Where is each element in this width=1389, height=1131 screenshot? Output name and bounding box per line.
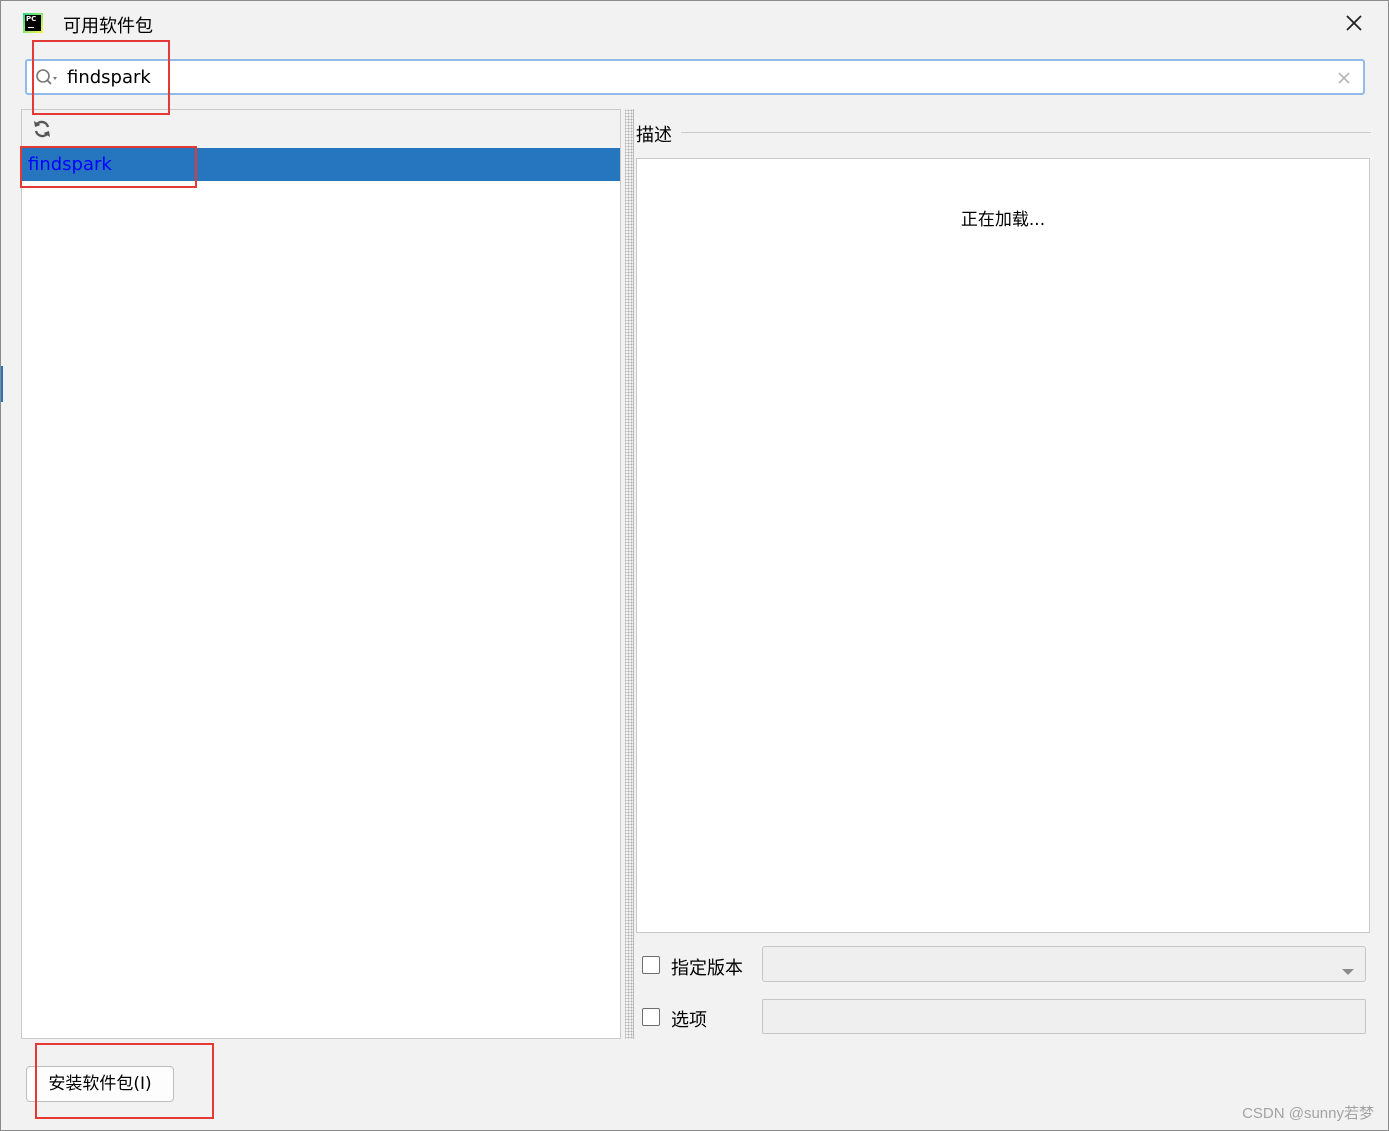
description-separator [681, 132, 1371, 133]
specify-version-checkbox[interactable] [642, 956, 660, 974]
package-list-panel: findspark [21, 109, 621, 1039]
options-checkbox[interactable] [642, 1008, 660, 1026]
title-bar: PC 可用软件包 [1, 1, 1388, 45]
dialog-title: 可用软件包 [63, 16, 153, 37]
chevron-down-icon [1341, 961, 1355, 975]
watermark: CSDN @sunny若梦 [1242, 1105, 1374, 1122]
available-packages-dialog: PC 可用软件包 findspark findspark 描述 正在加载... … [0, 0, 1389, 1131]
app-icon-text: PC [26, 15, 37, 23]
package-list-toolbar [22, 110, 620, 149]
edge-marker [1, 366, 3, 402]
close-icon[interactable] [1342, 11, 1366, 35]
specify-version-label: 指定版本 [671, 958, 743, 979]
search-icon[interactable] [35, 68, 59, 88]
clear-search-icon[interactable] [1337, 70, 1351, 84]
options-label: 选项 [671, 1010, 707, 1031]
loading-text: 正在加载... [960, 210, 1046, 230]
search-input[interactable] [67, 64, 1317, 90]
search-field[interactable] [25, 59, 1365, 95]
pycharm-app-icon: PC [23, 13, 43, 33]
package-list-item[interactable]: findspark [22, 148, 620, 181]
panel-splitter[interactable] [625, 109, 634, 1039]
options-input[interactable] [762, 999, 1366, 1034]
description-label: 描述 [636, 125, 672, 146]
package-list: findspark [22, 148, 620, 1038]
refresh-icon[interactable] [32, 119, 52, 139]
install-package-button[interactable]: 安装软件包(I) [26, 1066, 174, 1102]
description-panel: 正在加载... [636, 158, 1370, 933]
version-select[interactable] [762, 946, 1366, 982]
